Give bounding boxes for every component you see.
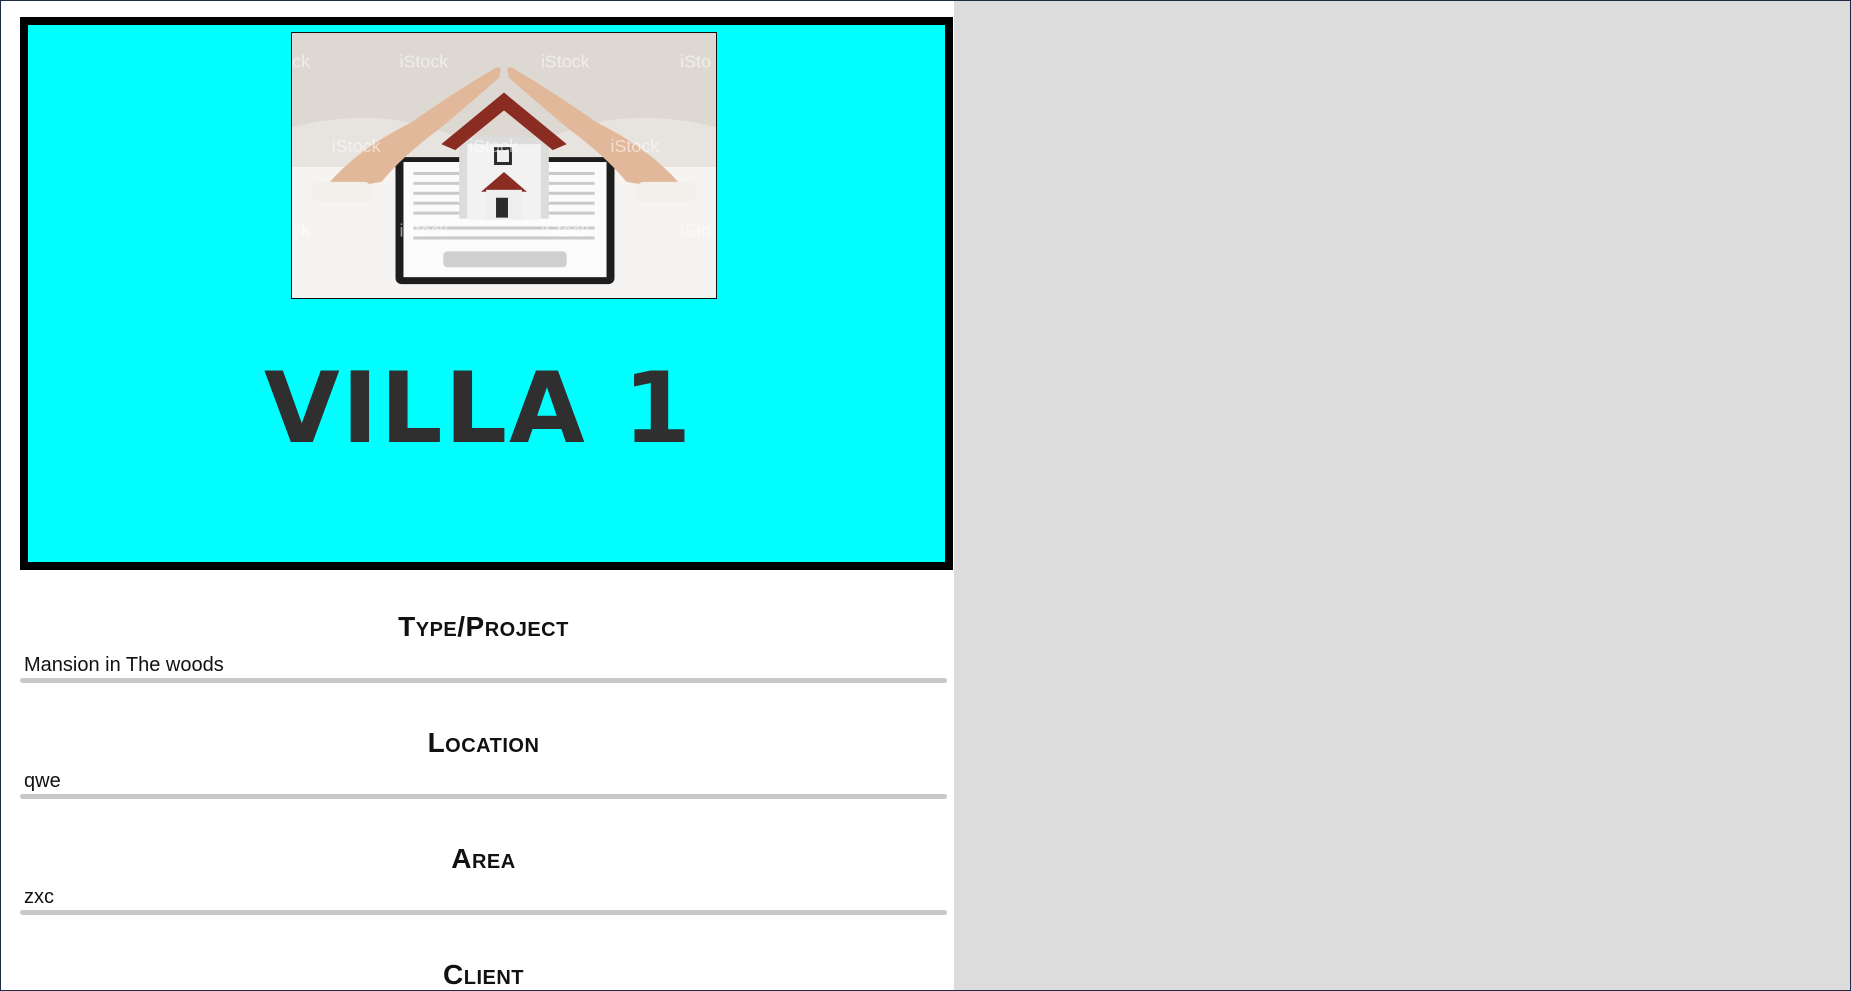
svg-text:iSto: iSto <box>680 220 711 240</box>
field-area: Area zxc <box>20 845 947 915</box>
project-photo: ck iStock iStock iSto iStock iStock iSto… <box>291 32 717 299</box>
field-value-type-project: Mansion in The woods <box>24 654 224 676</box>
svg-text:iStock: iStock <box>332 136 381 156</box>
project-hero: ck iStock iStock iSto iStock iStock iSto… <box>20 17 953 570</box>
empty-side-panel <box>954 1 1850 990</box>
field-heading-type-project: Type/Project <box>398 611 569 642</box>
svg-text:iStock: iStock <box>399 52 448 72</box>
svg-text:ck: ck <box>292 52 310 72</box>
field-type-project: Type/Project Mansion in The woods <box>20 613 947 683</box>
svg-text:iStock: iStock <box>610 136 659 156</box>
field-divider <box>20 794 947 799</box>
svg-text:iStock: iStock <box>541 220 590 240</box>
project-title: VILLA 1 <box>263 352 694 466</box>
field-heading-location: Location <box>427 727 540 758</box>
svg-text:ck: ck <box>292 220 310 240</box>
field-divider <box>20 678 947 683</box>
page-frame: ck iStock iStock iSto iStock iStock iSto… <box>0 0 1851 991</box>
svg-text:iStock: iStock <box>399 220 448 240</box>
field-location: Location qwe <box>20 729 947 799</box>
svg-text:iSto: iSto <box>680 52 711 72</box>
field-heading-client: Client <box>443 959 524 990</box>
svg-text:iStock: iStock <box>469 136 518 156</box>
field-divider <box>20 910 947 915</box>
field-value-area: zxc <box>24 886 54 908</box>
svg-text:iStock: iStock <box>541 52 590 72</box>
project-detail-pane: ck iStock iStock iSto iStock iStock iSto… <box>2 1 953 990</box>
field-value-location: qwe <box>24 770 61 792</box>
field-client: Client <box>20 959 947 990</box>
field-heading-area: Area <box>451 843 516 874</box>
house-insurance-image: ck iStock iStock iSto iStock iStock iSto… <box>292 33 716 298</box>
